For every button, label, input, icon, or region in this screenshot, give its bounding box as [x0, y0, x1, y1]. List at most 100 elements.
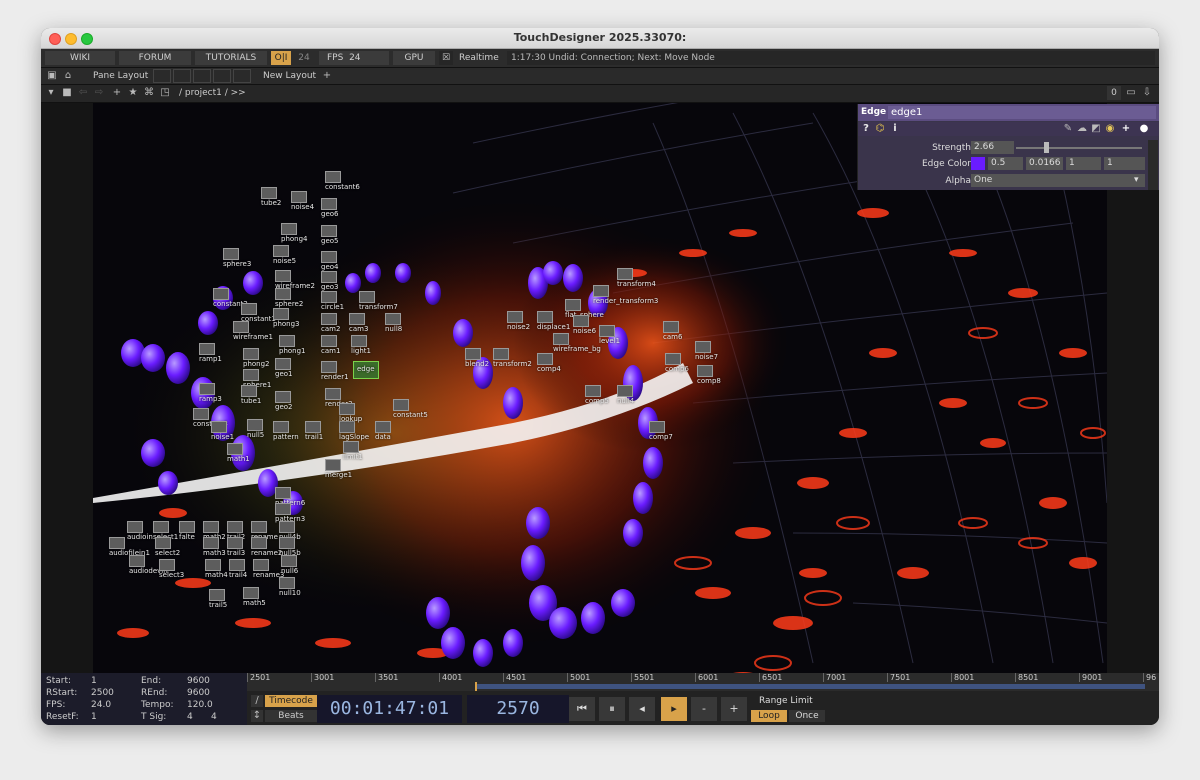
edge-color-swatch[interactable]	[971, 157, 985, 170]
timecode-toggle-button[interactable]: Timecode	[265, 695, 317, 707]
network-icon[interactable]: ⌘	[143, 86, 155, 100]
layout-single-icon[interactable]	[153, 69, 171, 83]
node-trail2[interactable]: trail2	[227, 521, 245, 541]
wiki-button[interactable]: WIKI	[45, 51, 115, 65]
node-limit1[interactable]: limit1	[343, 441, 363, 461]
playhead[interactable]	[475, 682, 477, 691]
node-comp5[interactable]: comp5	[585, 385, 609, 405]
loop-button[interactable]: Loop	[751, 710, 787, 722]
alpha-dropdown[interactable]: One	[971, 174, 1145, 187]
node-null4b[interactable]: null4b	[279, 521, 301, 541]
node-cam6[interactable]: cam6	[663, 321, 682, 341]
node-displace1[interactable]: displace1	[537, 311, 570, 331]
beats-mode-icon[interactable]: ↕	[251, 710, 263, 722]
node-wireframe1[interactable]: wireframe1	[233, 321, 273, 341]
node-comp7[interactable]: comp7	[649, 421, 673, 441]
start-value[interactable]: 1	[91, 676, 97, 686]
node-pattern[interactable]: pattern	[273, 421, 299, 441]
beats-toggle-button[interactable]: Beats	[265, 710, 317, 722]
node-rename2[interactable]: rename2	[251, 537, 282, 557]
edge-color-a-field[interactable]: 1	[1104, 157, 1145, 170]
node-null8[interactable]: null8	[385, 313, 402, 333]
node-constant6[interactable]: constant6	[325, 171, 360, 191]
add-layout-button[interactable]: +	[321, 69, 333, 83]
realtime-checkbox[interactable]: ☒	[439, 51, 453, 65]
back-arrow-icon[interactable]: ⇦	[77, 86, 89, 100]
node-null5[interactable]: null5	[247, 419, 264, 439]
new-layout-button[interactable]: New Layout	[263, 69, 316, 83]
node-phong2[interactable]: phong2	[243, 348, 270, 368]
node-select1[interactable]: select1	[153, 521, 178, 541]
node-constant5[interactable]: constant5	[393, 399, 428, 419]
node-geo2[interactable]: geo2	[275, 391, 293, 411]
node-rename3[interactable]: rename3	[253, 559, 284, 579]
node-comp6[interactable]: comp6	[665, 353, 689, 373]
node-data[interactable]: data	[375, 421, 391, 441]
node-null4[interactable]: null4	[617, 385, 634, 405]
tsig-denominator[interactable]: 4	[211, 712, 217, 722]
timecode-mode-icon[interactable]: /	[251, 695, 263, 707]
tutorials-button[interactable]: TUTORIALS	[195, 51, 267, 65]
pencil-icon[interactable]: ✎	[1062, 122, 1074, 136]
add-icon[interactable]: +	[1120, 122, 1132, 136]
strength-slider-track[interactable]	[1016, 147, 1142, 149]
timecode-display[interactable]: 00:01:47:01	[317, 695, 462, 723]
node-falte[interactable]: falte	[179, 521, 195, 541]
node-cam3[interactable]: cam3	[349, 313, 368, 333]
image-icon[interactable]: ▣	[45, 69, 59, 83]
fps-button[interactable]: FPS 24	[319, 51, 389, 65]
node-sphere1[interactable]: sphere1	[243, 369, 271, 389]
parameter-scrollbar[interactable]	[1148, 140, 1158, 190]
node-noise2[interactable]: noise2	[507, 311, 530, 331]
node-trail1[interactable]: trail1	[305, 421, 323, 441]
node-select3[interactable]: select3	[159, 559, 184, 579]
node-constant1[interactable]: constant1	[241, 303, 276, 323]
tempo-value[interactable]: 120.0	[187, 700, 213, 710]
node-null6[interactable]: null6	[281, 555, 298, 575]
node-geo4[interactable]: geo4	[321, 251, 339, 271]
star-icon[interactable]: ★	[127, 86, 139, 100]
dot-icon[interactable]: ●	[1138, 122, 1150, 136]
node-transform2[interactable]: transform2	[493, 348, 532, 368]
layout-triple-icon[interactable]	[233, 69, 251, 83]
gpu-button[interactable]: GPU	[393, 51, 435, 65]
node-render-transform3[interactable]: render_transform3	[593, 285, 658, 305]
pause-button[interactable]: ⏸	[599, 697, 625, 721]
node-trail5[interactable]: trail5	[209, 589, 227, 609]
python-help-icon[interactable]: ⌬	[874, 122, 886, 136]
node-trail4[interactable]: trail4	[229, 559, 247, 579]
node-level1[interactable]: level1	[599, 325, 620, 345]
node-phong1[interactable]: phong1	[279, 335, 306, 355]
stop-icon[interactable]: ■	[61, 86, 73, 100]
node-noise7[interactable]: noise7	[695, 341, 718, 361]
home-icon[interactable]: ⌂	[61, 69, 75, 83]
edge-color-b-field[interactable]: 1	[1066, 157, 1101, 170]
node-noise4[interactable]: noise4	[291, 191, 314, 211]
fps-range-value[interactable]: 24.0	[91, 700, 111, 710]
pin-icon[interactable]: ⇩	[1141, 86, 1153, 100]
node-lookup[interactable]: lookup	[339, 403, 362, 423]
node-noise5[interactable]: noise5	[273, 245, 296, 265]
node-rename[interactable]: rename	[251, 521, 278, 541]
rewind-button[interactable]: ⏮	[569, 697, 595, 721]
node-audiodevin[interactable]: audiodevin	[129, 555, 168, 575]
range-bar[interactable]	[475, 684, 1145, 689]
strength-slider-handle[interactable]	[1044, 142, 1049, 153]
node-math5[interactable]: math5	[243, 587, 266, 607]
node-wireframe-bg[interactable]: wireframe_bg	[553, 333, 601, 353]
comment-icon[interactable]: ☁	[1076, 122, 1088, 136]
oi-toggle-button[interactable]: O|I	[271, 51, 291, 65]
node-geo6[interactable]: geo6	[321, 198, 339, 218]
node-phong4[interactable]: phong4	[281, 223, 308, 243]
forward-arrow-icon[interactable]: ⇨	[93, 86, 105, 100]
node-geo5[interactable]: geo5	[321, 225, 339, 245]
node-merge1[interactable]: merge1	[325, 459, 352, 479]
node-tube2[interactable]: tube2	[261, 187, 281, 207]
comp-icon[interactable]: ◳	[159, 86, 171, 100]
step-minus-button[interactable]: -	[691, 697, 717, 721]
layout-split-icon[interactable]	[173, 69, 191, 83]
node-render3[interactable]: render3	[325, 388, 353, 408]
triangle-down-icon[interactable]: ▾	[45, 86, 57, 100]
node-ramp1[interactable]: ramp1	[199, 343, 222, 363]
strength-field[interactable]: 2.66	[971, 141, 1014, 154]
